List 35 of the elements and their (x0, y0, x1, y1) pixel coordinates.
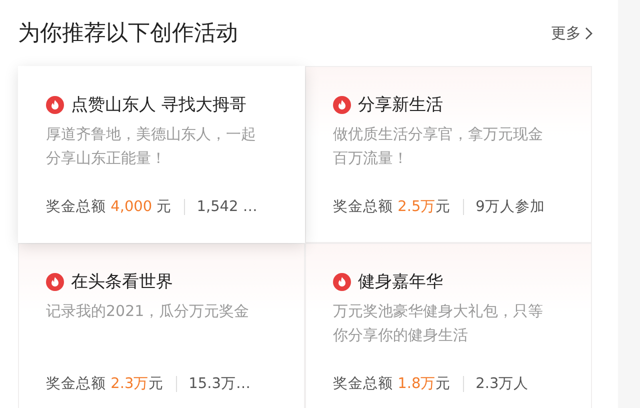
activity-description: 万元奖池豪华健身大礼包，只等你分享你的健身生活 (333, 301, 544, 346)
prize-amount: 4,000 (110, 198, 152, 214)
prize-amount: 2.5万 (398, 198, 436, 216)
section-title: 为你推荐以下创作活动 (18, 20, 238, 48)
participants-count: 15.3万… (188, 375, 250, 393)
activity-description: 记录我的2021，瓜分万元奖金 (46, 301, 250, 322)
prize-label: 奖金总额 (46, 374, 106, 393)
activity-card[interactable]: 分享新生活 做优质生活分享官，拿万元现金百万流量！ 奖金总额 2.5万元 9万人参加 (305, 66, 592, 243)
prize-amount: 1.8万 (398, 375, 436, 393)
activity-description: 厚道齐鲁地，美德山东人，一起分享山东正能量！ (46, 124, 257, 169)
more-link[interactable]: 更多 (551, 24, 593, 42)
activity-title: 分享新生活 (358, 94, 443, 116)
activity-card[interactable]: 点赞山东人 寻找大拇哥 厚道齐鲁地，美德山东人，一起分享山东正能量！ 奖金总额 4,000 元 1,542 … (18, 66, 305, 243)
flame-icon (46, 272, 64, 290)
activity-card[interactable]: 在头条看世界 记录我的2021，瓜分万元奖金 奖金总额 2.3万元 15.3万… (18, 243, 305, 408)
activity-title: 点赞山东人 寻找大拇哥 (71, 94, 246, 116)
participants-count: 9万人参加 (476, 198, 545, 216)
prize-unit: 元 (148, 375, 164, 393)
prize-unit: 元 (156, 198, 172, 216)
prize-label: 奖金总额 (333, 198, 393, 216)
activity-card[interactable]: 健身嘉年华 万元奖池豪华健身大礼包，只等你分享你的健身生活 奖金总额 1.8万元 2.3万人 (305, 243, 592, 408)
activity-title: 在头条看世界 (71, 271, 173, 293)
flame-icon (333, 96, 351, 114)
chevron-right-icon (585, 26, 593, 40)
prize-label: 奖金总额 (333, 374, 393, 393)
activity-description: 做优质生活分享官，拿万元现金百万流量！ (333, 124, 544, 169)
prize-unit: 元 (436, 198, 451, 216)
flame-icon (333, 272, 351, 290)
prize-unit: 元 (436, 375, 451, 393)
participants-count: 1,542 … (196, 198, 258, 214)
participants-count: 2.3万人 (476, 375, 529, 393)
prize-label: 奖金总额 (46, 198, 106, 216)
activity-title: 健身嘉年华 (358, 271, 443, 293)
prize-amount: 2.3万 (110, 375, 149, 393)
flame-icon (46, 96, 64, 114)
